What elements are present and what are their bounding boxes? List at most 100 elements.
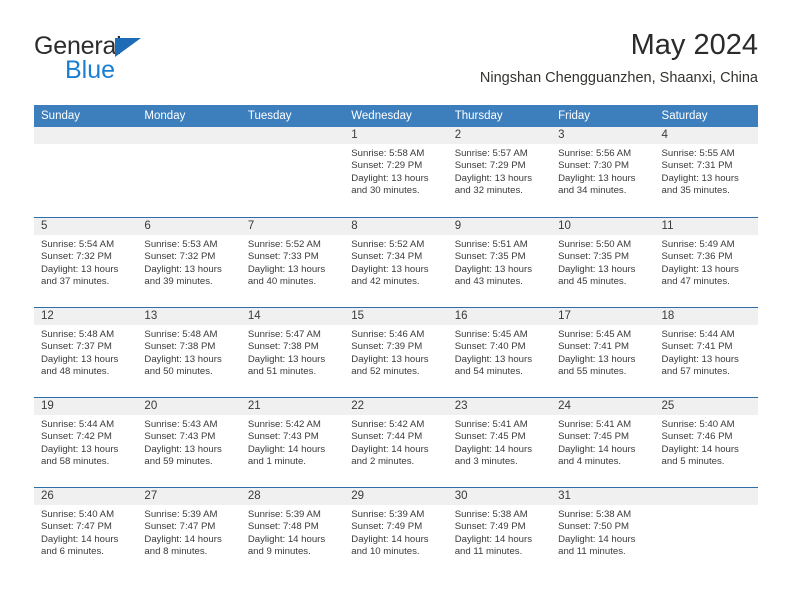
weekday-wednesday: Wednesday	[351, 110, 412, 122]
day-cell[interactable]: 28 Sunrise: 5:39 AM Sunset: 7:48 PM Dayligh…	[240, 488, 345, 577]
day-details: Sunrise: 5:49 AM Sunset: 7:36 PM Daylight:…	[655, 235, 758, 289]
day-number: 16	[454, 310, 468, 322]
day-number-band: 18	[654, 308, 758, 325]
day-cell[interactable]: 2 Sunrise: 5:57 AM Sunset: 7:29 PM Daylight…	[447, 127, 552, 217]
day-cell[interactable]: 9 Sunrise: 5:51 AM Sunset: 7:35 PM Daylight…	[447, 218, 552, 307]
daylight-text: Daylight: 14 hours and 10 minutes.	[351, 533, 429, 558]
day-cell[interactable]: 16 Sunrise: 5:45 AM Sunset: 7:40 PM Dayligh…	[447, 308, 552, 397]
daylight-text: Daylight: 13 hours and 50 minutes.	[144, 353, 222, 378]
day-cell[interactable]: 23 Sunrise: 5:41 AM Sunset: 7:45 PM Dayligh…	[447, 398, 552, 487]
sunset-text: Sunset: 7:36 PM	[661, 251, 733, 263]
day-number: 20	[144, 400, 158, 412]
daylight-text: Daylight: 13 hours and 45 minutes.	[558, 263, 636, 288]
day-cell[interactable]: 15 Sunrise: 5:46 AM Sunset: 7:39 PM Dayligh…	[344, 308, 448, 397]
day-cell-empty	[240, 127, 345, 217]
sunset-text: Sunset: 7:39 PM	[351, 341, 423, 353]
day-number-band: 22	[344, 398, 448, 415]
sunset-text: Sunset: 7:37 PM	[41, 341, 112, 353]
day-cell[interactable]: 30 Sunrise: 5:38 AM Sunset: 7:49 PM Dayligh…	[447, 488, 552, 577]
day-number: 31	[558, 490, 571, 502]
day-number: 22	[351, 400, 365, 412]
day-cell[interactable]: 13 Sunrise: 5:48 AM Sunset: 7:38 PM Dayligh…	[137, 308, 241, 397]
sunrise-text: Sunrise: 5:47 AM	[247, 329, 321, 340]
day-details: Sunrise: 5:42 AM Sunset: 7:44 PM Daylight:…	[344, 415, 447, 469]
day-cell[interactable]: 26 Sunrise: 5:40 AM Sunset: 7:47 PM Dayligh…	[34, 488, 138, 577]
day-cell[interactable]: 27 Sunrise: 5:39 AM Sunset: 7:47 PM Dayligh…	[137, 488, 241, 577]
day-number-band: 29	[344, 488, 448, 505]
sunset-text: Sunset: 7:40 PM	[454, 341, 526, 353]
daylight-text: Daylight: 14 hours and 1 minute.	[247, 443, 326, 468]
daylight-text: Daylight: 14 hours and 3 minutes.	[454, 443, 533, 468]
day-cell[interactable]: 20 Sunrise: 5:43 AM Sunset: 7:43 PM Dayligh…	[137, 398, 241, 487]
day-cell[interactable]: 17 Sunrise: 5:45 AM Sunset: 7:41 PM Dayligh…	[551, 308, 655, 397]
sunrise-text: Sunrise: 5:41 AM	[558, 419, 632, 430]
day-cell[interactable]: 4 Sunrise: 5:55 AM Sunset: 7:31 PM Daylight…	[654, 127, 758, 217]
day-cell[interactable]: 31 Sunrise: 5:38 AM Sunset: 7:50 PM Dayligh…	[551, 488, 655, 577]
day-number-band: 24	[551, 398, 655, 415]
day-cell[interactable]: 10 Sunrise: 5:50 AM Sunset: 7:35 PM Dayligh…	[551, 218, 655, 307]
daylight-text: Daylight: 14 hours and 4 minutes.	[558, 443, 636, 468]
day-cell[interactable]: 19 Sunrise: 5:44 AM Sunset: 7:42 PM Dayligh…	[34, 398, 138, 487]
calendar-week-row: 5 Sunrise: 5:54 AM Sunset: 7:32 PM Daylight…	[34, 217, 758, 307]
day-details: Sunrise: 5:39 AM Sunset: 7:48 PM Daylight:…	[241, 505, 344, 559]
sunset-text: Sunset: 7:31 PM	[661, 160, 733, 172]
day-number-band: 15	[344, 308, 448, 325]
sunrise-text: Sunrise: 5:42 AM	[351, 419, 425, 430]
daylight-text: Daylight: 13 hours and 51 minutes.	[247, 353, 326, 378]
day-cell[interactable]: 1 Sunrise: 5:58 AM Sunset: 7:29 PM Daylight…	[344, 127, 448, 217]
daylight-text: Daylight: 13 hours and 30 minutes.	[351, 172, 429, 197]
daylight-text: Daylight: 13 hours and 52 minutes.	[351, 353, 429, 378]
day-number-band: 16	[447, 308, 552, 325]
day-number-band: 31	[551, 488, 655, 505]
sunrise-text: Sunrise: 5:39 AM	[144, 509, 218, 520]
calendar-page: General Blue May 2024 Ningshan Chengguan…	[0, 0, 792, 612]
day-details: Sunrise: 5:58 AM Sunset: 7:29 PM Daylight:…	[344, 144, 447, 198]
sunset-text: Sunset: 7:47 PM	[41, 521, 112, 533]
day-number-band: 14	[240, 308, 345, 325]
sunset-text: Sunset: 7:41 PM	[661, 341, 733, 353]
calendar-week-row: 12 Sunrise: 5:48 AM Sunset: 7:37 PM Dayligh…	[34, 307, 758, 397]
day-cell[interactable]: 24 Sunrise: 5:41 AM Sunset: 7:45 PM Dayligh…	[551, 398, 655, 487]
sunrise-text: Sunrise: 5:39 AM	[247, 509, 321, 520]
day-cell-empty	[654, 488, 758, 577]
day-number: 14	[247, 310, 261, 322]
weekday-monday: Monday	[144, 110, 186, 122]
weekday-header-row: Sunday Monday Tuesday Wednesday Thursday…	[34, 105, 758, 127]
generalblue-logo[interactable]: General Blue	[34, 34, 234, 92]
day-number-band: 10	[551, 218, 655, 235]
daylight-text: Daylight: 14 hours and 2 minutes.	[351, 443, 429, 468]
sunrise-text: Sunrise: 5:49 AM	[661, 239, 735, 250]
day-cell[interactable]: 21 Sunrise: 5:42 AM Sunset: 7:43 PM Dayligh…	[240, 398, 345, 487]
sunrise-text: Sunrise: 5:40 AM	[41, 509, 115, 520]
day-number-band: 2	[447, 127, 552, 144]
sunset-text: Sunset: 7:43 PM	[144, 431, 216, 443]
day-cell[interactable]: 11 Sunrise: 5:49 AM Sunset: 7:36 PM Dayligh…	[654, 218, 758, 307]
day-number: 15	[351, 310, 365, 322]
sunrise-text: Sunrise: 5:52 AM	[247, 239, 321, 250]
day-number-band: 27	[137, 488, 241, 505]
weekday-friday: Friday	[558, 110, 591, 122]
logo-text-blue: Blue	[65, 56, 116, 84]
day-number: 12	[41, 310, 54, 322]
day-number-band: 5	[34, 218, 138, 235]
day-number-band: 26	[34, 488, 138, 505]
sunset-text: Sunset: 7:45 PM	[558, 431, 630, 443]
day-cell[interactable]: 3 Sunrise: 5:56 AM Sunset: 7:30 PM Daylight…	[551, 127, 655, 217]
sunset-text: Sunset: 7:46 PM	[661, 431, 733, 443]
day-number: 9	[454, 220, 462, 232]
sunset-text: Sunset: 7:44 PM	[351, 431, 423, 443]
sunrise-text: Sunrise: 5:51 AM	[454, 239, 528, 250]
day-cell[interactable]: 7 Sunrise: 5:52 AM Sunset: 7:33 PM Daylight…	[240, 218, 345, 307]
day-details: Sunrise: 5:50 AM Sunset: 7:35 PM Daylight:…	[551, 235, 654, 289]
day-number: 19	[41, 400, 54, 412]
day-cell[interactable]: 18 Sunrise: 5:44 AM Sunset: 7:41 PM Dayligh…	[654, 308, 758, 397]
day-cell[interactable]: 8 Sunrise: 5:52 AM Sunset: 7:34 PM Daylight…	[344, 218, 448, 307]
day-cell[interactable]: 25 Sunrise: 5:40 AM Sunset: 7:46 PM Dayligh…	[654, 398, 758, 487]
day-cell[interactable]: 5 Sunrise: 5:54 AM Sunset: 7:32 PM Daylight…	[34, 218, 138, 307]
day-cell[interactable]: 22 Sunrise: 5:42 AM Sunset: 7:44 PM Dayligh…	[344, 398, 448, 487]
day-cell[interactable]: 6 Sunrise: 5:53 AM Sunset: 7:32 PM Daylight…	[137, 218, 241, 307]
day-number-band: 19	[34, 398, 138, 415]
day-cell[interactable]: 29 Sunrise: 5:39 AM Sunset: 7:49 PM Dayligh…	[344, 488, 448, 577]
day-cell[interactable]: 14 Sunrise: 5:47 AM Sunset: 7:38 PM Dayligh…	[240, 308, 345, 397]
day-cell[interactable]: 12 Sunrise: 5:48 AM Sunset: 7:37 PM Dayligh…	[34, 308, 138, 397]
